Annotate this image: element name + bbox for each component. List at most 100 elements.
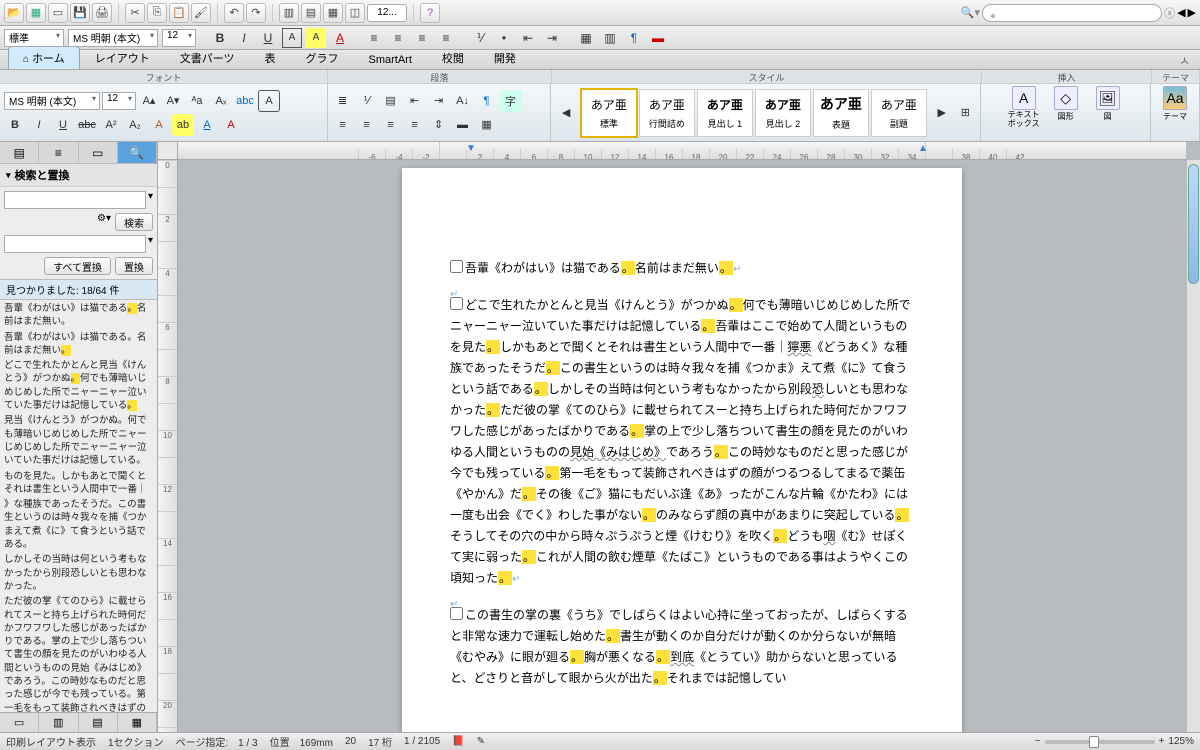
styles-prev-icon[interactable]: ◀: [555, 102, 577, 124]
document-scroll[interactable]: 吾輩《わがはい》は猫である。名前はまだ無い。↵ ↵ どこで生れたかとんと見当《け…: [178, 160, 1186, 732]
status-page[interactable]: ページ指定: 1 / 3: [176, 734, 258, 749]
phonetic-icon[interactable]: abc: [234, 90, 256, 112]
view3-icon[interactable]: ▦: [323, 3, 343, 23]
font-dropdown[interactable]: MS 明朝 (本文): [68, 29, 158, 47]
style-subtitle[interactable]: あア亜副題: [871, 89, 927, 137]
format-painter-icon[interactable]: 🖌: [191, 3, 211, 23]
zoom-input[interactable]: [367, 4, 407, 22]
zoom-slider[interactable]: − + 125%: [1035, 736, 1194, 747]
paste-icon[interactable]: 📋: [169, 3, 189, 23]
replace-dropdown-icon[interactable]: ▾: [148, 235, 153, 253]
font-color-button[interactable]: A: [330, 28, 350, 48]
next-icon[interactable]: ▶: [1188, 6, 1196, 19]
styles-next-icon[interactable]: ▶: [931, 102, 953, 124]
ribbon-size-dropdown[interactable]: 12: [102, 92, 136, 110]
horizontal-ruler[interactable]: -6-4-22468101214161820222426283032343840…: [178, 142, 1186, 160]
tab-graph[interactable]: グラフ: [291, 46, 354, 69]
open-icon[interactable]: 📂: [4, 3, 24, 23]
global-search-input[interactable]: [982, 4, 1162, 22]
side-tab-find[interactable]: 🔍: [118, 142, 157, 163]
vertical-ruler[interactable]: 02468101214161820: [158, 160, 178, 732]
shading2-icon[interactable]: ▬: [452, 114, 474, 136]
tab-review[interactable]: 校閲: [427, 46, 479, 69]
numbering-icon[interactable]: ⅟: [470, 28, 490, 48]
char-box-icon[interactable]: A: [258, 90, 280, 112]
view1-icon[interactable]: ▥: [279, 3, 299, 23]
align-r-icon[interactable]: ≡: [380, 114, 402, 136]
underline-button[interactable]: U: [258, 28, 278, 48]
subscript-icon[interactable]: A₂: [124, 114, 146, 136]
borders2-icon[interactable]: ▦: [476, 114, 498, 136]
tab-home[interactable]: ⌂ホーム: [8, 46, 80, 69]
borders-icon[interactable]: ▦: [576, 28, 596, 48]
increase-font-icon[interactable]: A▴: [138, 90, 160, 112]
side-tab-thumbnail[interactable]: ▤: [0, 142, 39, 163]
indent2-icon[interactable]: ⇥: [428, 90, 450, 112]
find-replace-title[interactable]: 検索と置換: [0, 164, 157, 187]
tab-layout[interactable]: レイアウト: [80, 46, 165, 69]
sort-icon[interactable]: A↓: [452, 90, 474, 112]
side-view3-icon[interactable]: ▤: [79, 713, 118, 732]
status-words[interactable]: 1 / 2105: [404, 736, 440, 747]
line-spacing-icon[interactable]: ⇕: [428, 114, 450, 136]
find-dropdown-icon[interactable]: ▾: [148, 191, 153, 209]
clear-format-icon[interactable]: Aₓ: [210, 90, 232, 112]
align-j-icon[interactable]: ≡: [404, 114, 426, 136]
align-center-icon[interactable]: ≡: [388, 28, 408, 48]
ruby-icon[interactable]: ᴬa: [186, 90, 208, 112]
align-c-icon[interactable]: ≡: [356, 114, 378, 136]
insert-picture[interactable]: 🖼図: [1088, 86, 1128, 139]
bold-button[interactable]: B: [210, 28, 230, 48]
outdent2-icon[interactable]: ⇤: [404, 90, 426, 112]
view2-icon[interactable]: ▤: [301, 3, 321, 23]
styles-more-icon[interactable]: ⊞: [955, 102, 977, 124]
theme-button[interactable]: Aaテーマ: [1155, 86, 1195, 139]
clear-search-icon[interactable]: ⓧ: [1164, 5, 1175, 21]
font-color2-icon[interactable]: A: [196, 114, 218, 136]
side-view4-icon[interactable]: ▦: [118, 713, 157, 732]
decrease-font-icon[interactable]: A▾: [162, 90, 184, 112]
bullets-icon[interactable]: •: [494, 28, 514, 48]
checkbox-p3[interactable]: [450, 607, 463, 620]
cut-icon[interactable]: ✂: [125, 3, 145, 23]
style-dropdown[interactable]: 標準: [4, 29, 64, 47]
tab-smartart[interactable]: SmartArt: [354, 50, 427, 69]
help-icon[interactable]: ?: [420, 3, 440, 23]
checkbox-p1[interactable]: [450, 260, 463, 273]
italic-icon[interactable]: I: [28, 114, 50, 136]
tab-parts[interactable]: 文書パーツ: [165, 46, 250, 69]
align-left-icon[interactable]: ≡: [364, 28, 384, 48]
side-view1-icon[interactable]: ▭: [0, 713, 39, 732]
italic-button[interactable]: I: [234, 28, 254, 48]
indent-icon[interactable]: ⇥: [542, 28, 562, 48]
search-button[interactable]: 検索: [115, 213, 153, 231]
find-results[interactable]: 吾輩《わがはい》は猫である。名前はまだ無い。吾輩《わがはい》は猫である。名前はま…: [0, 300, 157, 712]
side-tab-outline[interactable]: ≡: [39, 142, 78, 163]
vertical-scrollbar[interactable]: [1186, 160, 1200, 732]
char-border-button[interactable]: A: [282, 28, 302, 48]
text-effects-icon[interactable]: A: [148, 114, 170, 136]
side-view2-icon[interactable]: ▥: [39, 713, 78, 732]
char-shading-icon[interactable]: A: [220, 114, 242, 136]
align-l-icon[interactable]: ≡: [332, 114, 354, 136]
outdent-icon[interactable]: ⇤: [518, 28, 538, 48]
undo-icon[interactable]: ↶: [224, 3, 244, 23]
view4-icon[interactable]: ◫: [345, 3, 365, 23]
find-input[interactable]: [4, 191, 146, 209]
bullets2-icon[interactable]: ≣: [332, 90, 354, 112]
strike-icon[interactable]: abc: [76, 114, 98, 136]
pilcrow-icon[interactable]: ¶: [624, 28, 644, 48]
print-icon[interactable]: 🖨: [92, 3, 112, 23]
checkbox-p2[interactable]: [450, 297, 463, 310]
side-tab-review[interactable]: ▭: [79, 142, 118, 163]
style-normal[interactable]: あア亜標準: [581, 89, 637, 137]
shading-icon[interactable]: ▬: [648, 28, 668, 48]
style-nospacing[interactable]: あア亜行間詰め: [639, 89, 695, 137]
text-direction-icon[interactable]: 字: [500, 90, 522, 112]
copy-icon[interactable]: ⎘: [147, 3, 167, 23]
replace-input[interactable]: [4, 235, 146, 253]
multilevel-icon[interactable]: ▤: [380, 90, 402, 112]
align-justify-icon[interactable]: ≡: [436, 28, 456, 48]
highlight2-icon[interactable]: ab: [172, 114, 194, 136]
status-lang-icon[interactable]: 📕: [452, 736, 464, 747]
